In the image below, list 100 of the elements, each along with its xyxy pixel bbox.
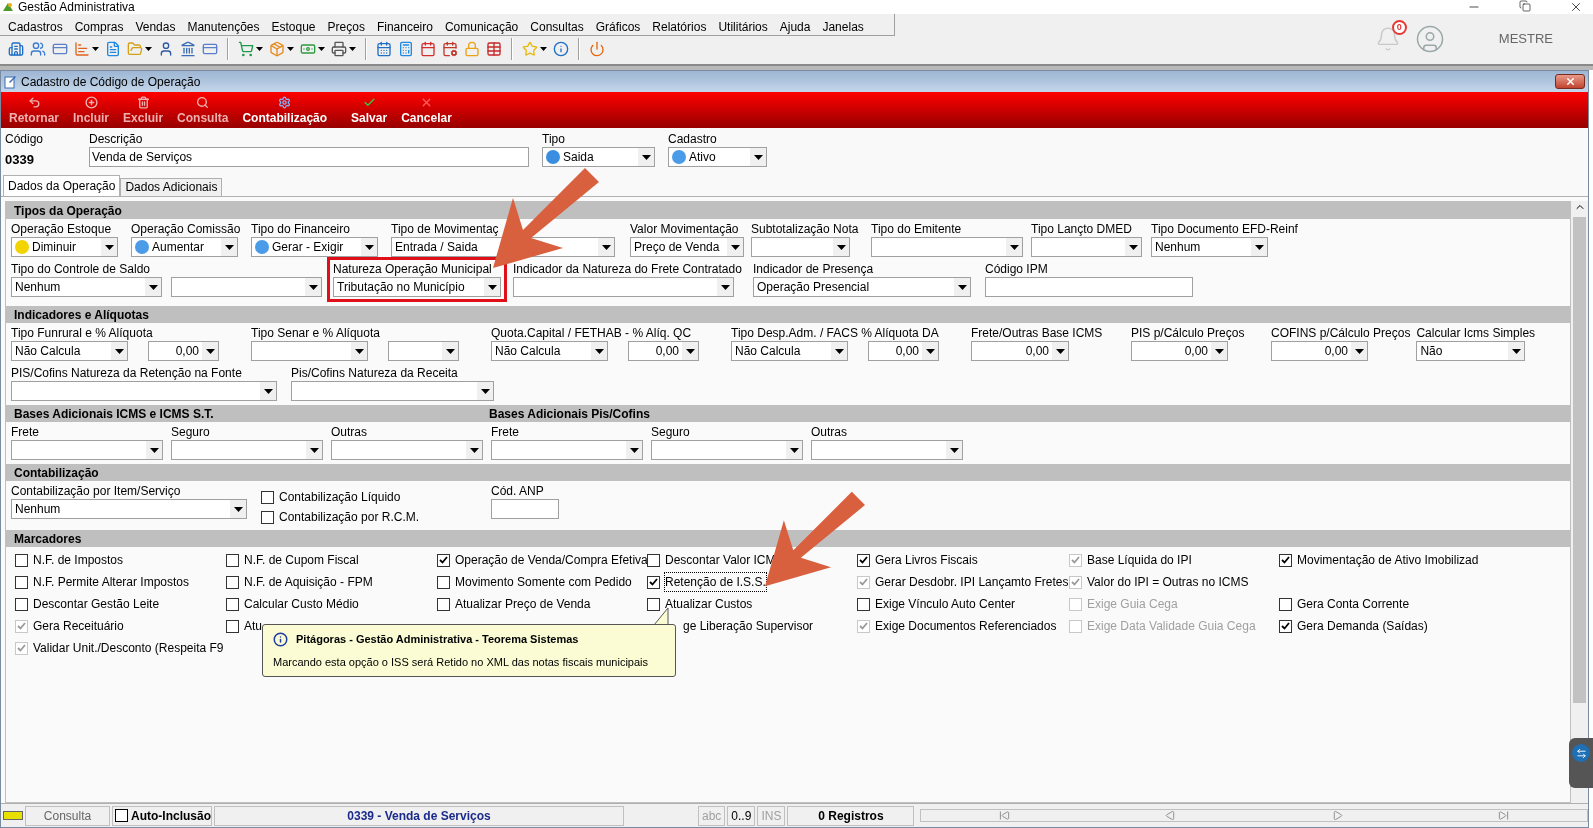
dropdown[interactable]: 0,00 — [1271, 341, 1368, 361]
caret-icon[interactable] — [145, 47, 152, 51]
checkbox[interactable]: Retenção de I.S.S. — [647, 573, 766, 591]
checkbox[interactable]: Operação de Venda/Compra Efetiva — [437, 551, 648, 569]
checkbox[interactable]: N.F. de Aquisição - FPM — [226, 573, 373, 591]
dropdown[interactable] — [751, 237, 850, 257]
calendar-icon[interactable] — [420, 41, 436, 57]
checkbox[interactable]: Descontar Gestão Leite — [15, 595, 160, 613]
dropdown[interactable]: Nenhum — [11, 277, 162, 297]
menu-item[interactable]: Janelas — [822, 17, 864, 36]
dropdown[interactable] — [171, 277, 322, 297]
dropdown[interactable]: Nenhum — [11, 499, 247, 519]
dropdown[interactable]: Gerar - Exigir — [251, 237, 378, 257]
checkbox[interactable]: N.F. de Impostos — [15, 551, 124, 569]
star-icon[interactable] — [522, 41, 538, 57]
first-record-icon[interactable] — [999, 810, 1011, 821]
calculator-icon[interactable] — [398, 41, 414, 57]
checkbox[interactable]: Atualizar Custos — [647, 595, 753, 613]
menu-item[interactable]: Compras — [74, 17, 124, 36]
card-icon[interactable] — [202, 41, 218, 57]
menu-item[interactable]: Cadastros — [8, 17, 63, 36]
lock-icon[interactable] — [464, 41, 480, 57]
table-icon[interactable] — [486, 41, 502, 57]
scrollbar[interactable] — [1571, 201, 1588, 803]
caret-icon[interactable] — [540, 47, 547, 51]
dropdown[interactable] — [11, 440, 163, 460]
checkbox[interactable]: Valor do IPI = Outras no ICMS — [1069, 573, 1249, 591]
tab[interactable]: Dados Adicionais — [120, 178, 223, 196]
last-record-icon[interactable] — [1498, 810, 1510, 821]
caret-icon[interactable] — [256, 47, 263, 51]
dropdown[interactable]: Operação Presencial — [753, 277, 971, 297]
checkbox[interactable]: Base Líquida do IPI — [1069, 551, 1192, 569]
toolbar-button[interactable]: Salvar — [347, 96, 392, 127]
building-icon[interactable] — [8, 41, 24, 57]
card-icon[interactable] — [52, 41, 68, 57]
next-record-icon[interactable] — [1331, 810, 1343, 821]
dropdown[interactable] — [513, 277, 734, 297]
menu-item[interactable]: Vendas — [135, 17, 176, 36]
dropdown[interactable]: 0,00 — [148, 341, 219, 361]
dropdown[interactable]: 0,00 — [971, 341, 1069, 361]
person-icon[interactable] — [158, 41, 174, 57]
dropdown[interactable]: 0,00 — [1131, 341, 1228, 361]
dropdown[interactable] — [11, 381, 277, 401]
checkbox[interactable]: Gera Conta Corrente — [1279, 595, 1410, 613]
checkbox[interactable]: Exige Documentos Referenciados — [857, 617, 1057, 635]
caret-icon[interactable] — [287, 47, 294, 51]
dropdown[interactable] — [811, 440, 963, 460]
dropdown[interactable] — [651, 440, 803, 460]
people-icon[interactable] — [30, 41, 46, 57]
calendar-icon[interactable] — [442, 41, 458, 57]
checkbox[interactable]: Contabilização por R.C.M. — [261, 508, 485, 526]
menu-item[interactable]: Financeiro — [376, 17, 433, 36]
dropdown[interactable]: Nenhum — [1151, 237, 1268, 257]
tab[interactable]: Dados da Operação — [3, 175, 121, 196]
menu-item[interactable]: Preços — [327, 17, 365, 36]
checkbox[interactable]: N.F. Permite Alterar Impostos — [15, 573, 190, 591]
remote-tab[interactable] — [1569, 738, 1593, 788]
close-icon[interactable] — [1569, 0, 1583, 14]
checkbox[interactable]: Calcular Custo Médio — [226, 595, 359, 613]
scroll-thumb[interactable] — [1573, 217, 1586, 703]
dropdown[interactable]: Não — [1416, 341, 1526, 361]
menu-item[interactable]: Estoque — [271, 17, 316, 36]
checkbox[interactable]: Atu — [226, 617, 262, 635]
dropdown[interactable] — [171, 440, 323, 460]
dropdown[interactable] — [491, 440, 643, 460]
checkbox[interactable]: Movimento Somente com Pedido — [437, 573, 632, 591]
checkbox[interactable]: Exige Vínculo Auto Center — [857, 595, 1016, 613]
dropdown[interactable]: Não Calcula — [491, 341, 608, 361]
caret-icon[interactable] — [318, 47, 325, 51]
dropdown[interactable]: 0,00 — [628, 341, 699, 361]
menu-item[interactable]: Comunicação — [444, 17, 519, 36]
dropdown[interactable]: Aumentar — [131, 237, 238, 257]
dropdown[interactable]: Não Calcula — [11, 341, 128, 361]
dropdown[interactable]: Diminuir — [11, 237, 118, 257]
checkbox[interactable]: Validar Unit./Desconto (Respeita F9 — [15, 639, 224, 657]
auto-insert-checkbox[interactable]: Auto-Inclusão — [112, 805, 212, 826]
description-field[interactable]: Venda de Serviços — [89, 147, 529, 167]
checkbox[interactable]: N.F. de Cupom Fiscal — [226, 551, 359, 569]
dropdown[interactable] — [1031, 237, 1142, 257]
menu-item[interactable]: Consultas — [530, 17, 584, 36]
info-icon[interactable] — [553, 41, 569, 57]
dropdown[interactable] — [871, 237, 1023, 257]
document-icon[interactable] — [105, 41, 121, 57]
menu-item[interactable]: Gráficos — [595, 17, 641, 36]
dropdown[interactable]: Saida — [542, 147, 655, 167]
dropdown[interactable]: 0,00 — [868, 341, 939, 361]
menu-item[interactable]: Utilitários — [718, 17, 768, 36]
dropdown[interactable]: Tributação no Município — [333, 277, 501, 297]
dropdown[interactable] — [331, 440, 483, 460]
text-field[interactable] — [985, 277, 1193, 297]
checkbox[interactable]: Contabilização Líquido — [261, 488, 485, 506]
toolbar-button[interactable]: Contabilização — [238, 96, 332, 127]
checkbox[interactable]: Gera Receituário — [15, 617, 124, 635]
bank-icon[interactable] — [180, 41, 196, 57]
toolbar-button[interactable]: Cancelar — [397, 96, 456, 127]
restore-icon[interactable] — [1519, 0, 1531, 12]
user-avatar-icon[interactable] — [1414, 24, 1445, 54]
checkbox[interactable]: Gera Livros Fiscais — [857, 551, 978, 569]
dropdown[interactable]: Não Calcula — [731, 341, 848, 361]
power-icon[interactable] — [589, 41, 605, 57]
